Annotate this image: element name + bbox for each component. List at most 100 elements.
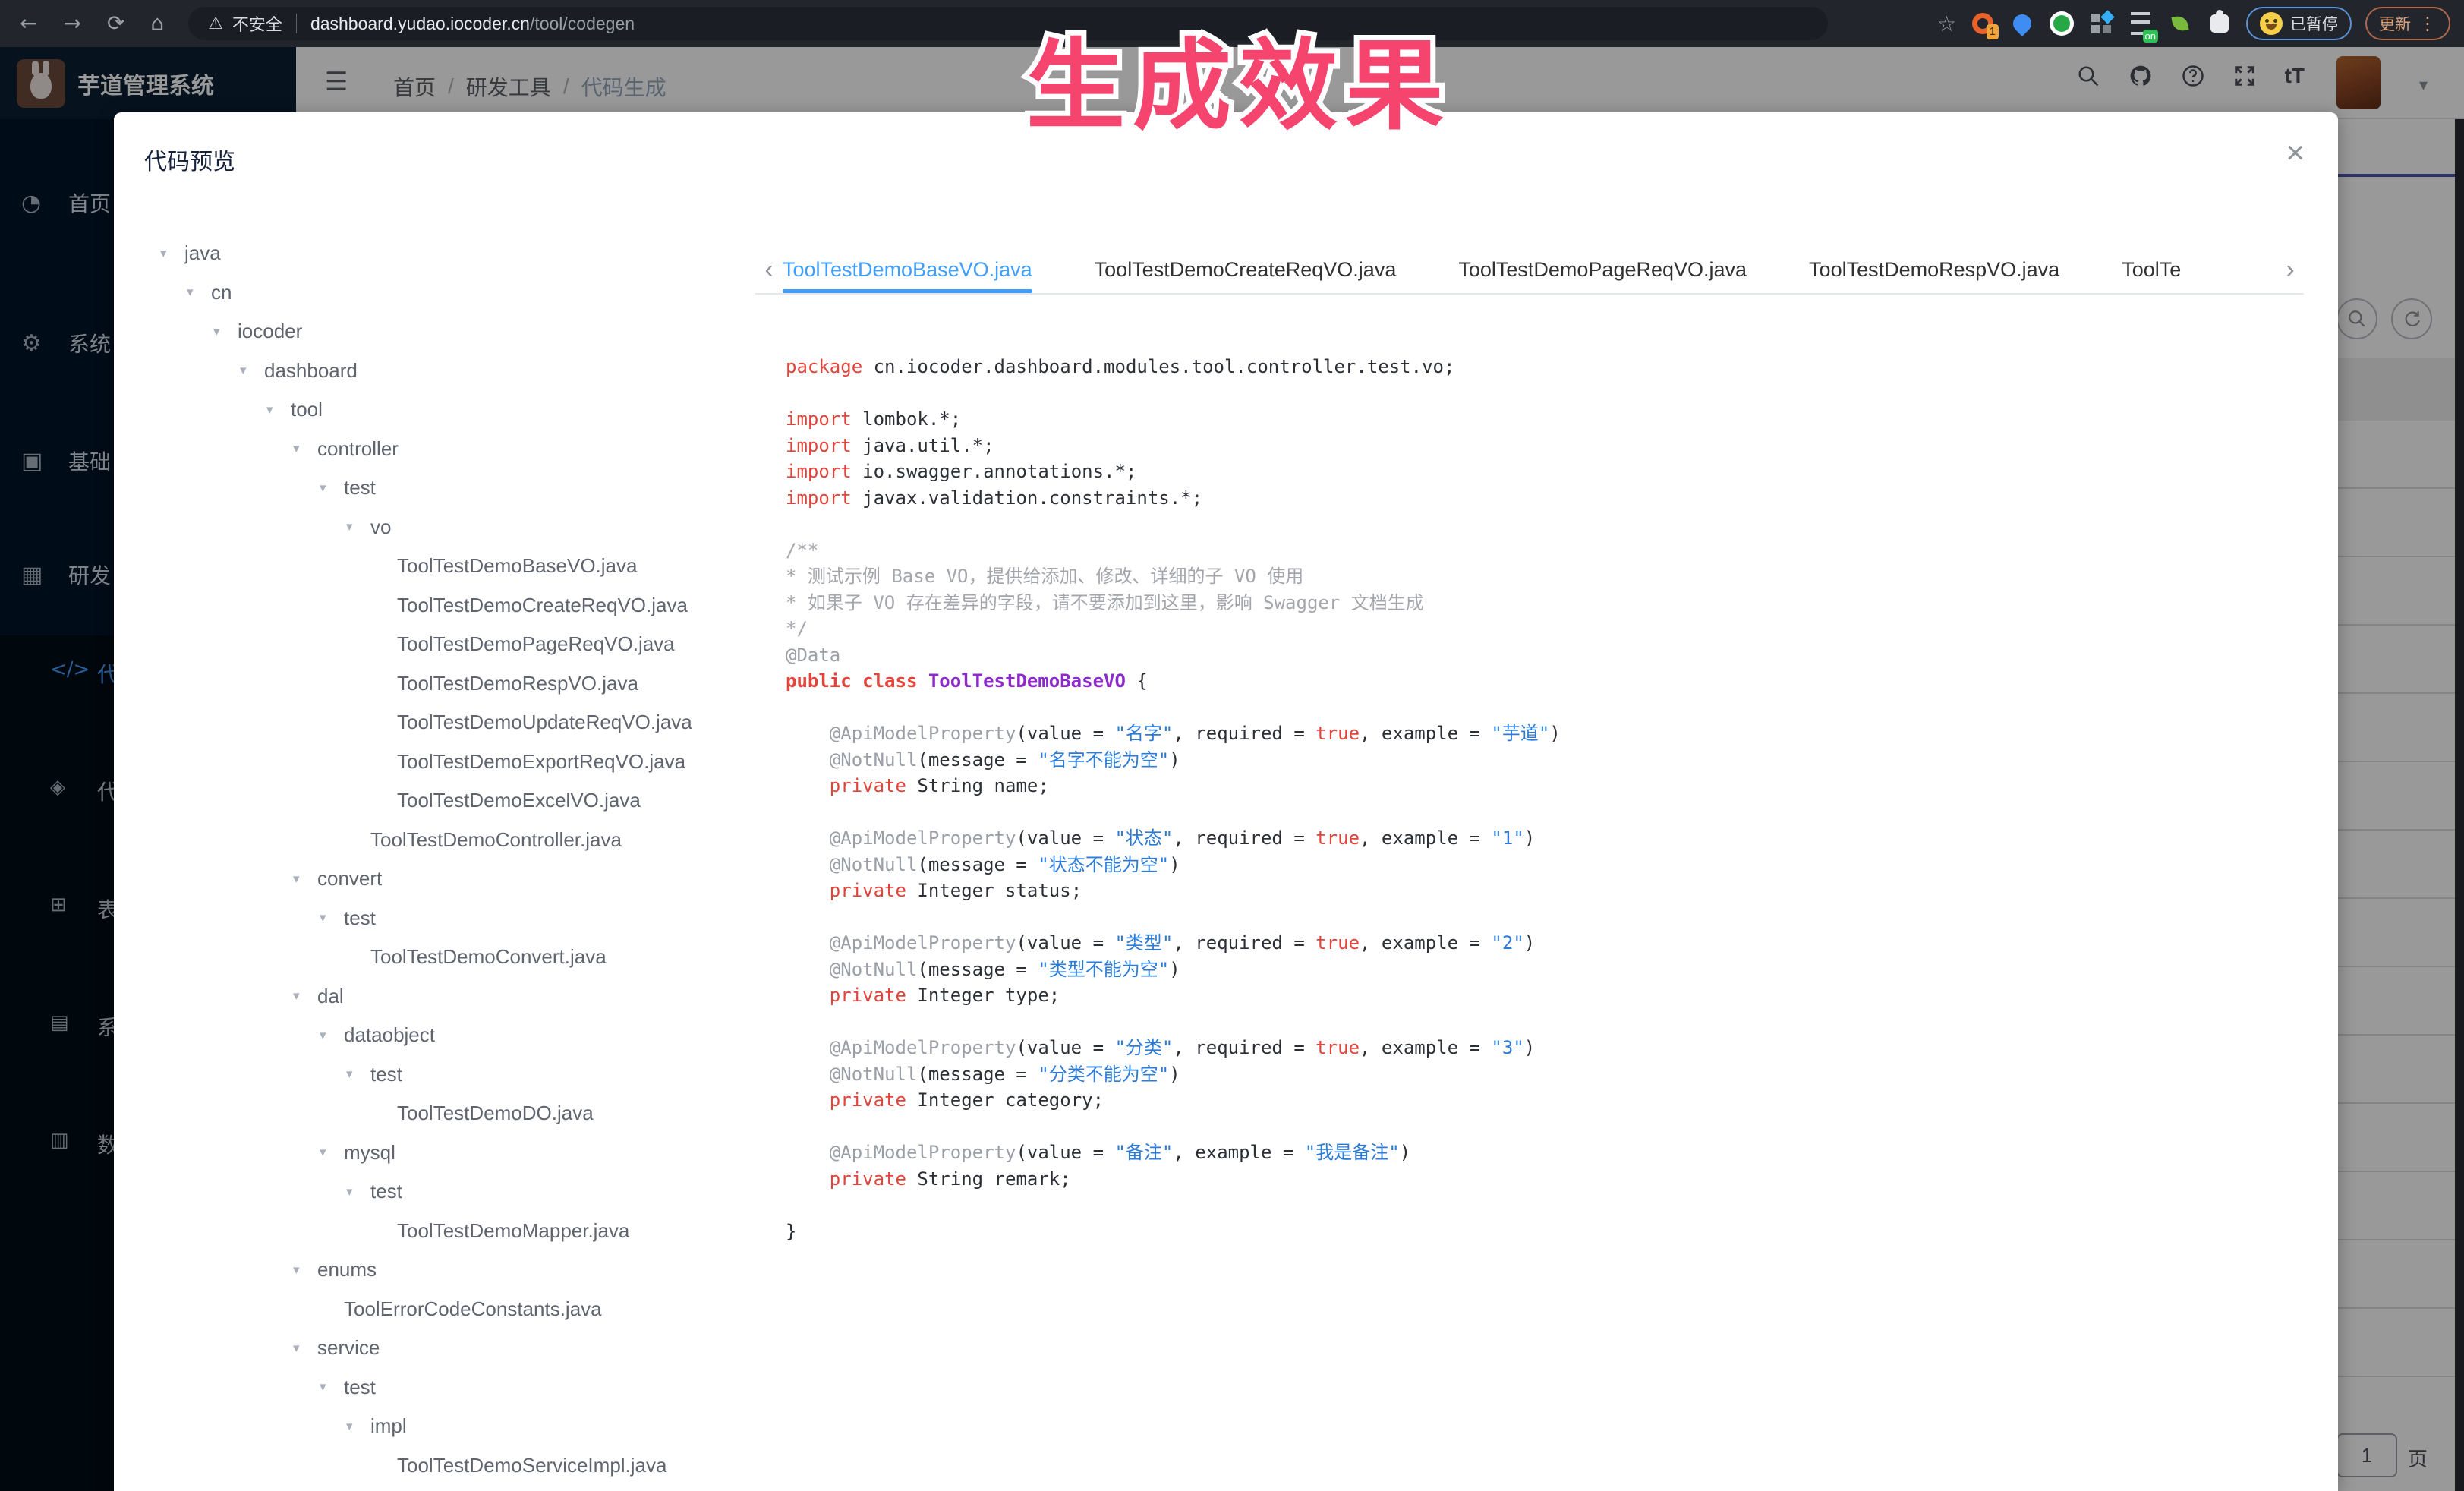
tree-folder[interactable]: ▾test	[149, 468, 756, 508]
tree-file[interactable]: ▾ToolTestDemoConvert.java	[149, 938, 756, 977]
green-circle-icon	[2050, 11, 2074, 36]
tree-file[interactable]: ▾ToolTestDemoUpdateReqVO.java	[149, 703, 756, 742]
kebab-menu-icon[interactable]: ⋮	[2418, 13, 2437, 34]
tab-file[interactable]: ToolTestDemoRespVO.java	[1809, 246, 2059, 293]
extension-grid-icon[interactable]	[2088, 11, 2114, 36]
tab-file[interactable]: ToolTestDemoBaseVO.java	[783, 246, 1032, 293]
tabs-nav: ‹ ToolTestDemoBaseVO.java ToolTestDemoCre…	[755, 246, 2304, 295]
home-icon[interactable]: ⌂	[150, 0, 164, 47]
caret-down-icon: ▾	[293, 988, 313, 1004]
code-line: @Data	[786, 642, 1561, 669]
code-line: @NotNull(message = "状态不能为空")	[786, 852, 1561, 878]
caret-down-icon: ▾	[320, 481, 339, 496]
tree-file[interactable]: ▾ToolTestDemoExportReqVO.java	[149, 742, 756, 782]
extension-list-icon[interactable]: on	[2128, 11, 2154, 36]
tree-folder[interactable]: ▾test	[149, 1368, 756, 1407]
tree-folder[interactable]: ▾impl	[149, 1407, 756, 1446]
close-icon[interactable]: ×	[2286, 137, 2305, 169]
tree-file[interactable]: ▾ToolErrorCodeConstants.java	[149, 1290, 756, 1329]
smiley-face-icon	[2260, 12, 2283, 35]
tree-folder[interactable]: ▾test	[149, 899, 756, 938]
tree-file[interactable]: ▾ToolTestDemoRespVO.java	[149, 664, 756, 704]
caret-down-icon: ▾	[293, 441, 313, 456]
reload-icon[interactable]: ⟳	[107, 0, 124, 47]
code-line: /**	[786, 537, 1561, 564]
tree-folder[interactable]: ▾tool	[149, 390, 756, 430]
tree-folder[interactable]: ▾dal	[149, 977, 756, 1017]
grid-diamond-icon	[2091, 14, 2111, 33]
tree-folder[interactable]: ▾mysql	[149, 1133, 756, 1173]
update-button[interactable]: 更新 ⋮	[2365, 7, 2450, 40]
tree-folder[interactable]: ▾convert	[149, 859, 756, 899]
extension-orange-icon[interactable]: 1	[1970, 11, 1996, 36]
security-label[interactable]: 不安全	[232, 11, 282, 36]
forward-icon[interactable]: →	[63, 0, 80, 47]
tree-folder[interactable]: ▾cn	[149, 273, 756, 313]
tree-folder[interactable]: ▾ service	[149, 1329, 756, 1368]
tree-folder[interactable]: ▾controller	[149, 430, 756, 469]
tree-folder[interactable]: ▾iocoder	[149, 312, 756, 351]
caret-down-icon: ▾	[320, 1145, 339, 1160]
tree-node-label: test	[344, 906, 376, 930]
tree-file[interactable]: ▾ToolTestDemoMapper.java	[149, 1212, 756, 1251]
back-icon[interactable]: ←	[20, 0, 37, 47]
paused-pill[interactable]: 已暂停	[2246, 7, 2352, 40]
caret-down-icon: ▾	[320, 1028, 339, 1043]
file-tree: ▾java▾cn▾iocoder▾dashboard▾tool▾controll…	[149, 234, 756, 1485]
extension-sprout-icon[interactable]	[2167, 11, 2193, 36]
code-line: @NotNull(message = "类型不能为空")	[786, 957, 1561, 983]
tree-file[interactable]: ▾ToolTestDemoExcelVO.java	[149, 781, 756, 821]
extension-green-icon[interactable]	[2049, 11, 2075, 36]
caret-down-icon: ▾	[293, 872, 313, 887]
on-badge: on	[2143, 30, 2158, 43]
extensions-puzzle-icon[interactable]	[2207, 11, 2232, 36]
tab-file[interactable]: ToolTestDemoCreateReqVO.java	[1095, 246, 1397, 293]
code-line: @NotNull(message = "分类不能为空")	[786, 1061, 1561, 1088]
tree-node-label: ToolErrorCodeConstants.java	[344, 1297, 602, 1321]
code-line: @ApiModelProperty(value = "备注", example …	[786, 1140, 1561, 1166]
caret-down-icon: ▾	[346, 1184, 366, 1199]
code-line: @ApiModelProperty(value = "名字", required…	[786, 720, 1561, 747]
tabs-prev-icon[interactable]: ‹	[755, 255, 783, 285]
tabs-next-icon[interactable]: ›	[2277, 255, 2304, 285]
tree-node-label: tool	[291, 398, 323, 421]
tree-node-label: ToolTestDemoServiceImpl.java	[397, 1454, 666, 1477]
tree-file[interactable]: ▾ToolTestDemoBaseVO.java	[149, 547, 756, 586]
tree-folder[interactable]: ▾test	[149, 1055, 756, 1095]
tree-file[interactable]: ▾ToolTestDemoDO.java	[149, 1094, 756, 1133]
warning-icon: ⚠	[208, 14, 223, 33]
tree-folder[interactable]: ▾ dataobject	[149, 1016, 756, 1055]
tabs-list: ToolTestDemoBaseVO.java ToolTestDemoCreat…	[783, 246, 2243, 293]
code-view[interactable]: package cn.iocoder.dashboard.modules.too…	[786, 354, 1561, 1244]
tab-file[interactable]: ToolTestDemoPageReqVO.java	[1458, 246, 1747, 293]
tree-node-label: test	[370, 1180, 402, 1203]
tree-node-label: dal	[317, 985, 344, 1008]
code-line: @ApiModelProperty(value = "类型", required…	[786, 930, 1561, 957]
tree-node-label: dataobject	[344, 1023, 435, 1047]
address-bar[interactable]: ⚠ 不安全 dashboard.yudao.iocoder.cn /tool/c…	[188, 7, 1828, 40]
tree-file[interactable]: ▾ToolTestDemoServiceImpl.java	[149, 1446, 756, 1486]
tab-file[interactable]: ToolTe	[2122, 246, 2181, 293]
code-line: }	[786, 1218, 1561, 1245]
code-line: private Integer category;	[786, 1087, 1561, 1114]
tree-folder[interactable]: ▾ test	[149, 1172, 756, 1212]
code-line: private String name;	[786, 773, 1561, 799]
code-line	[786, 380, 1561, 407]
code-line	[786, 695, 1561, 721]
tree-folder[interactable]: ▾java	[149, 234, 756, 273]
code-line: import lombok.*;	[786, 406, 1561, 433]
tree-file[interactable]: ▾ToolTestDemoPageReqVO.java	[149, 625, 756, 664]
bookmark-star-icon[interactable]: ☆	[1937, 11, 1956, 36]
tree-file[interactable]: ▾ToolTestDemoController.java	[149, 821, 756, 860]
tree-node-label: test	[344, 1376, 376, 1399]
tree-node-label: service	[317, 1336, 380, 1360]
code-line: private Integer type;	[786, 982, 1561, 1009]
tree-file[interactable]: ▾ToolTestDemoCreateReqVO.java	[149, 586, 756, 626]
caret-down-icon: ▾	[293, 1341, 313, 1356]
tree-folder[interactable]: ▾vo	[149, 508, 756, 547]
tree-folder[interactable]: ▾dashboard	[149, 351, 756, 391]
tree-node-label: ToolTestDemoUpdateReqVO.java	[397, 711, 692, 734]
tree-folder[interactable]: ▾enums	[149, 1250, 756, 1290]
code-line: */	[786, 616, 1561, 642]
extension-drop-icon[interactable]	[2009, 11, 2035, 36]
